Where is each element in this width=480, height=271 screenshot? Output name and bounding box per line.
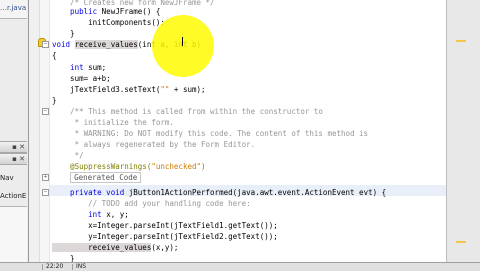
code-line[interactable]: sum= a+b; bbox=[52, 73, 111, 84]
code-text: x=Integer.parseInt(jTextField1.getText()… bbox=[52, 221, 278, 230]
status-separator bbox=[42, 264, 43, 270]
code-comment: * always regenerated by the Form Editor. bbox=[52, 140, 256, 149]
code-text: jTextField3.setText( bbox=[52, 85, 161, 94]
code-text: } bbox=[52, 96, 57, 105]
code-line[interactable]: jTextField3.setText("" + sum); bbox=[52, 84, 206, 95]
code-line[interactable]: */ bbox=[52, 150, 84, 161]
fold-toggle-icon[interactable]: − bbox=[42, 41, 49, 48]
code-comment: * WARNING: Do NOT modify this code. The … bbox=[52, 129, 369, 138]
editor-tab-strip: …r.java bbox=[0, 0, 27, 19]
code-line[interactable]: } bbox=[52, 28, 75, 39]
code-string: "unchecked" bbox=[151, 162, 202, 171]
code-line[interactable]: * WARNING: Do NOT modify this code. The … bbox=[52, 128, 369, 139]
code-keyword: int bbox=[52, 63, 89, 72]
code-keyword: void bbox=[52, 40, 75, 49]
code-highlighted-identifier: receive_values bbox=[52, 243, 152, 252]
code-text: (x,y); bbox=[151, 243, 179, 252]
navigator-header[interactable]: ▪ ✕ bbox=[0, 141, 27, 153]
code-comment: /** This method is called from within th… bbox=[52, 107, 323, 116]
code-line[interactable]: int sum; bbox=[52, 62, 106, 73]
code-line[interactable]: y=Integer.parseInt(jTextField2.getText()… bbox=[52, 231, 278, 242]
code-text: } bbox=[52, 29, 75, 38]
navigator-item-action[interactable]: ActionE bbox=[0, 192, 26, 200]
code-line[interactable]: // TODO add your handling code here: bbox=[52, 198, 251, 209]
fold-toggle-icon[interactable]: + bbox=[42, 174, 49, 181]
code-line[interactable]: Generated Code bbox=[52, 172, 142, 183]
code-line[interactable]: { bbox=[52, 50, 57, 61]
cursor-highlight-circle bbox=[152, 15, 214, 77]
code-text: { bbox=[52, 51, 57, 60]
insert-mode[interactable]: INS bbox=[76, 263, 86, 270]
status-separator bbox=[72, 264, 73, 270]
code-line[interactable]: private void jButton1ActionPerformed(jav… bbox=[52, 187, 386, 198]
code-text: NewJFrame() { bbox=[101, 7, 161, 16]
navigator-list bbox=[0, 206, 27, 263]
error-stripe-mark[interactable] bbox=[456, 241, 466, 243]
code-line[interactable]: int x, y; bbox=[52, 209, 129, 220]
code-text: sum; bbox=[88, 63, 107, 72]
cursor-position: 22:20 bbox=[46, 263, 64, 270]
panel-controls-icon[interactable]: ▪ ✕ bbox=[12, 155, 25, 163]
collapsed-code-fold[interactable]: Generated Code bbox=[70, 172, 142, 183]
code-text: jButton1ActionPerformed(java.awt.event.A… bbox=[128, 188, 387, 197]
code-comment: */ bbox=[52, 151, 84, 160]
panel-controls-icon[interactable]: ▪ ✕ bbox=[12, 143, 25, 151]
code-keyword: int bbox=[52, 210, 107, 219]
code-line[interactable]: * initialize the form. bbox=[52, 117, 174, 128]
code-keyword: public bbox=[52, 7, 102, 16]
code-annotation: @SuppressWarnings( bbox=[52, 162, 152, 171]
code-text: + sum); bbox=[169, 85, 206, 94]
code-text: x, y; bbox=[106, 210, 129, 219]
code-line[interactable]: /** This method is called from within th… bbox=[52, 106, 323, 117]
text-caret bbox=[182, 37, 183, 46]
inspector-header[interactable]: ▪ ✕ bbox=[0, 153, 27, 165]
code-text: y=Integer.parseInt(jTextField2.getText()… bbox=[52, 232, 278, 241]
code-text: sum= a+b; bbox=[52, 74, 111, 83]
code-line[interactable]: receive_values(x,y); bbox=[52, 242, 178, 253]
code-highlighted-identifier: receive_values bbox=[74, 40, 138, 49]
left-panel: …r.java ▪ ✕ ▪ ✕ Nav ActionE bbox=[0, 0, 29, 263]
code-line[interactable]: * always regenerated by the Form Editor. bbox=[52, 139, 256, 150]
code-keyword: private void bbox=[52, 188, 129, 197]
code-line[interactable]: } bbox=[52, 95, 57, 106]
code-line[interactable]: x=Integer.parseInt(jTextField1.getText()… bbox=[52, 220, 278, 231]
code-line[interactable]: initComponents(); bbox=[52, 17, 165, 28]
code-line[interactable]: @SuppressWarnings("unchecked") bbox=[52, 161, 206, 172]
code-annotation: ) bbox=[201, 162, 206, 171]
fold-toggle-icon[interactable]: − bbox=[42, 108, 49, 115]
error-stripe-mark[interactable] bbox=[456, 40, 466, 42]
code-comment: // TODO add your handling code here: bbox=[52, 199, 251, 208]
code-text: initComponents(); bbox=[52, 18, 165, 27]
code-comment: * initialize the form. bbox=[52, 118, 174, 127]
navigator-item[interactable]: Nav bbox=[0, 174, 14, 182]
editor-tab-java[interactable]: …r.java bbox=[0, 4, 26, 12]
fold-toggle-icon[interactable]: − bbox=[42, 189, 49, 196]
code-line[interactable]: public NewJFrame() { bbox=[52, 6, 160, 17]
